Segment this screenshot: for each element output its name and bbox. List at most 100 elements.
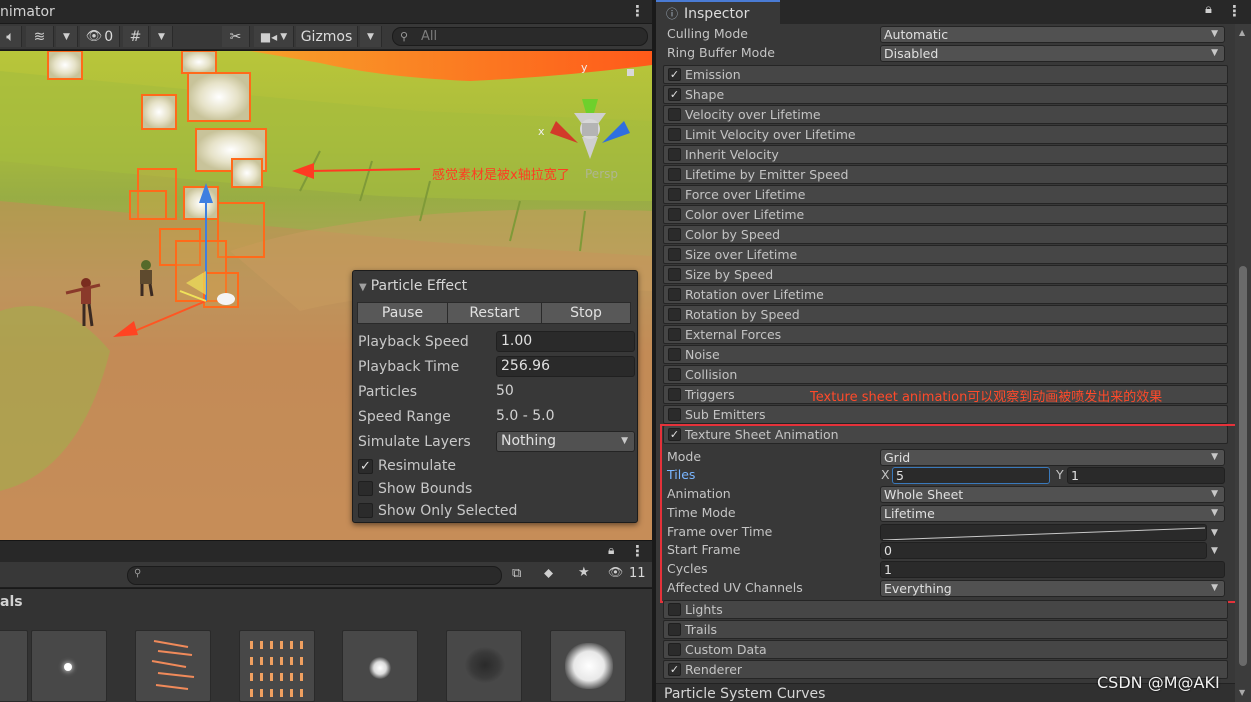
star-icon[interactable]: ★ [578, 565, 590, 580]
gizmos-button[interactable]: Gizmos [296, 26, 358, 47]
module-rotation-by-speed[interactable]: Rotation by Speed [663, 305, 1228, 324]
layers-icon: ≋ [33, 28, 46, 45]
module-color-over-lifetime[interactable]: Color over Lifetime [663, 205, 1228, 224]
module-checkbox[interactable] [668, 128, 681, 141]
camera-button[interactable]: ■◂ ▼ [254, 26, 294, 47]
module-inherit-velocity[interactable]: Inherit Velocity [663, 145, 1228, 164]
project-search-input[interactable]: ⚲ [127, 566, 502, 585]
playback-speed-field[interactable]: 1.00 [496, 331, 635, 352]
asset-thumbnail-smoke[interactable] [446, 630, 522, 702]
module-checkbox[interactable] [668, 368, 681, 381]
particle-effect-panel: ▼ Particle Effect Pause Restart Stop Play… [352, 270, 638, 523]
module-checkbox[interactable] [668, 388, 681, 401]
lock-icon[interactable]: 🔒︎ [608, 543, 614, 558]
module-checkbox[interactable] [668, 328, 681, 341]
effects-dropdown[interactable]: ▼ [56, 26, 78, 47]
animator-tab[interactable]: nimator [0, 0, 61, 24]
module-collision[interactable]: Collision [663, 365, 1228, 384]
chevron-down-icon: ▼ [1211, 48, 1218, 58]
module-emission[interactable]: ✓ Emission [663, 65, 1228, 84]
culling-mode-dropdown[interactable]: Automatic ▼ [880, 26, 1225, 43]
scrollbar-thumb[interactable] [1239, 266, 1247, 666]
chevron-down-icon: ▼ [63, 31, 70, 42]
inspector-scrollbar[interactable]: ▲ ▼ [1235, 24, 1251, 702]
module-checkbox[interactable] [668, 603, 681, 616]
module-checkbox[interactable]: ✓ [668, 88, 681, 101]
module-sub-emitters[interactable]: Sub Emitters [663, 405, 1228, 424]
module-rotation-over-lifetime[interactable]: Rotation over Lifetime [663, 285, 1228, 304]
simulate-layers-select[interactable]: Nothing ▼ [496, 431, 635, 452]
show-only-selected-checkbox[interactable] [358, 503, 373, 518]
module-external-forces[interactable]: External Forces [663, 325, 1228, 344]
asset-thumbnail[interactable] [0, 630, 28, 702]
module-checkbox[interactable] [668, 148, 681, 161]
eye-slash-icon[interactable]: 👁︎ [608, 565, 623, 579]
module-checkbox[interactable] [668, 348, 681, 361]
filter-by-type-icon[interactable]: ⧉ [512, 566, 521, 581]
asset-thumbnail-grid[interactable] [239, 630, 315, 702]
scene-visibility-button[interactable]: 👁︎ 0 [80, 26, 120, 47]
asset-thumbnail-streaks[interactable] [135, 630, 211, 702]
playback-speed-label: Playback Speed [358, 334, 469, 350]
module-checkbox[interactable] [668, 643, 681, 656]
eye-slash-icon: 👁︎ [85, 29, 103, 44]
module-limit-velocity-over-lifetime[interactable]: Limit Velocity over Lifetime [663, 125, 1228, 144]
grid-dropdown[interactable]: ▼ [151, 26, 173, 47]
module-size-by-speed[interactable]: Size by Speed [663, 265, 1228, 284]
module-checkbox[interactable] [668, 228, 681, 241]
lock-icon[interactable]: 🔒︎ [1205, 2, 1212, 17]
highlight-box [660, 424, 1237, 603]
kebab-menu-icon[interactable]: ⋮ [1227, 2, 1242, 20]
module-checkbox[interactable]: ✓ [668, 68, 681, 81]
effects-button[interactable]: ≋ [26, 26, 54, 47]
module-checkbox[interactable] [668, 308, 681, 321]
module-shape[interactable]: ✓ Shape [663, 85, 1228, 104]
module-lifetime-by-emitter-speed[interactable]: Lifetime by Emitter Speed [663, 165, 1228, 184]
playback-time-field[interactable]: 256.96 [496, 356, 635, 377]
module-checkbox[interactable] [668, 188, 681, 201]
asset-thumbnail-cloud[interactable] [550, 630, 626, 702]
module-checkbox[interactable] [668, 248, 681, 261]
module-velocity-over-lifetime[interactable]: Velocity over Lifetime [663, 105, 1228, 124]
ring-buffer-mode-label: Ring Buffer Mode [667, 45, 775, 60]
inspector-tab[interactable]: ⓘ Inspector [656, 0, 780, 24]
module-checkbox[interactable]: ✓ [668, 663, 681, 676]
module-checkbox[interactable] [668, 288, 681, 301]
module-trails[interactable]: Trails [663, 620, 1228, 639]
search-icon: ⚲ [400, 30, 409, 43]
ring-buffer-mode-dropdown[interactable]: Disabled ▼ [880, 45, 1225, 62]
gizmos-dropdown[interactable]: ▼ [360, 26, 382, 47]
module-checkbox[interactable] [668, 623, 681, 636]
module-force-over-lifetime[interactable]: Force over Lifetime [663, 185, 1228, 204]
resimulate-checkbox[interactable]: ✓ [358, 459, 373, 474]
scroll-up-icon[interactable]: ▲ [1239, 28, 1245, 37]
chevron-down-icon: ▼ [621, 436, 628, 446]
module-checkbox[interactable] [668, 208, 681, 221]
kebab-menu-icon[interactable]: ⋮ [630, 542, 645, 560]
scroll-down-icon[interactable]: ▼ [1239, 688, 1245, 697]
stop-button[interactable]: Stop [541, 302, 631, 324]
asset-thumbnail-dot[interactable] [31, 630, 107, 702]
show-bounds-checkbox[interactable] [358, 481, 373, 496]
label-tag-icon[interactable]: ⬥ [544, 566, 553, 581]
particle-effect-header[interactable]: ▼ Particle Effect [359, 278, 467, 294]
restart-button[interactable]: Restart [447, 302, 542, 324]
tools-button[interactable]: ✂ [222, 26, 250, 47]
module-lights[interactable]: Lights [663, 600, 1228, 619]
pause-button[interactable]: Pause [357, 302, 448, 324]
chevron-down-icon: ▼ [367, 31, 374, 42]
grid-button[interactable]: # [123, 26, 149, 47]
module-custom-data[interactable]: Custom Data [663, 640, 1228, 659]
module-color-by-speed[interactable]: Color by Speed [663, 225, 1228, 244]
module-size-over-lifetime[interactable]: Size over Lifetime [663, 245, 1228, 264]
module-checkbox[interactable] [668, 408, 681, 421]
asset-thumbnail-glow[interactable] [342, 630, 418, 702]
module-checkbox[interactable] [668, 108, 681, 121]
audio-toggle-button[interactable]: 🔈︎ [0, 26, 22, 47]
scene-search-input[interactable]: ⚲ All [392, 27, 648, 46]
chevron-down-icon: ▼ [1211, 29, 1218, 39]
module-checkbox[interactable] [668, 168, 681, 181]
kebab-menu-icon[interactable]: ⋮ [630, 2, 645, 20]
module-checkbox[interactable] [668, 268, 681, 281]
module-noise[interactable]: Noise [663, 345, 1228, 364]
